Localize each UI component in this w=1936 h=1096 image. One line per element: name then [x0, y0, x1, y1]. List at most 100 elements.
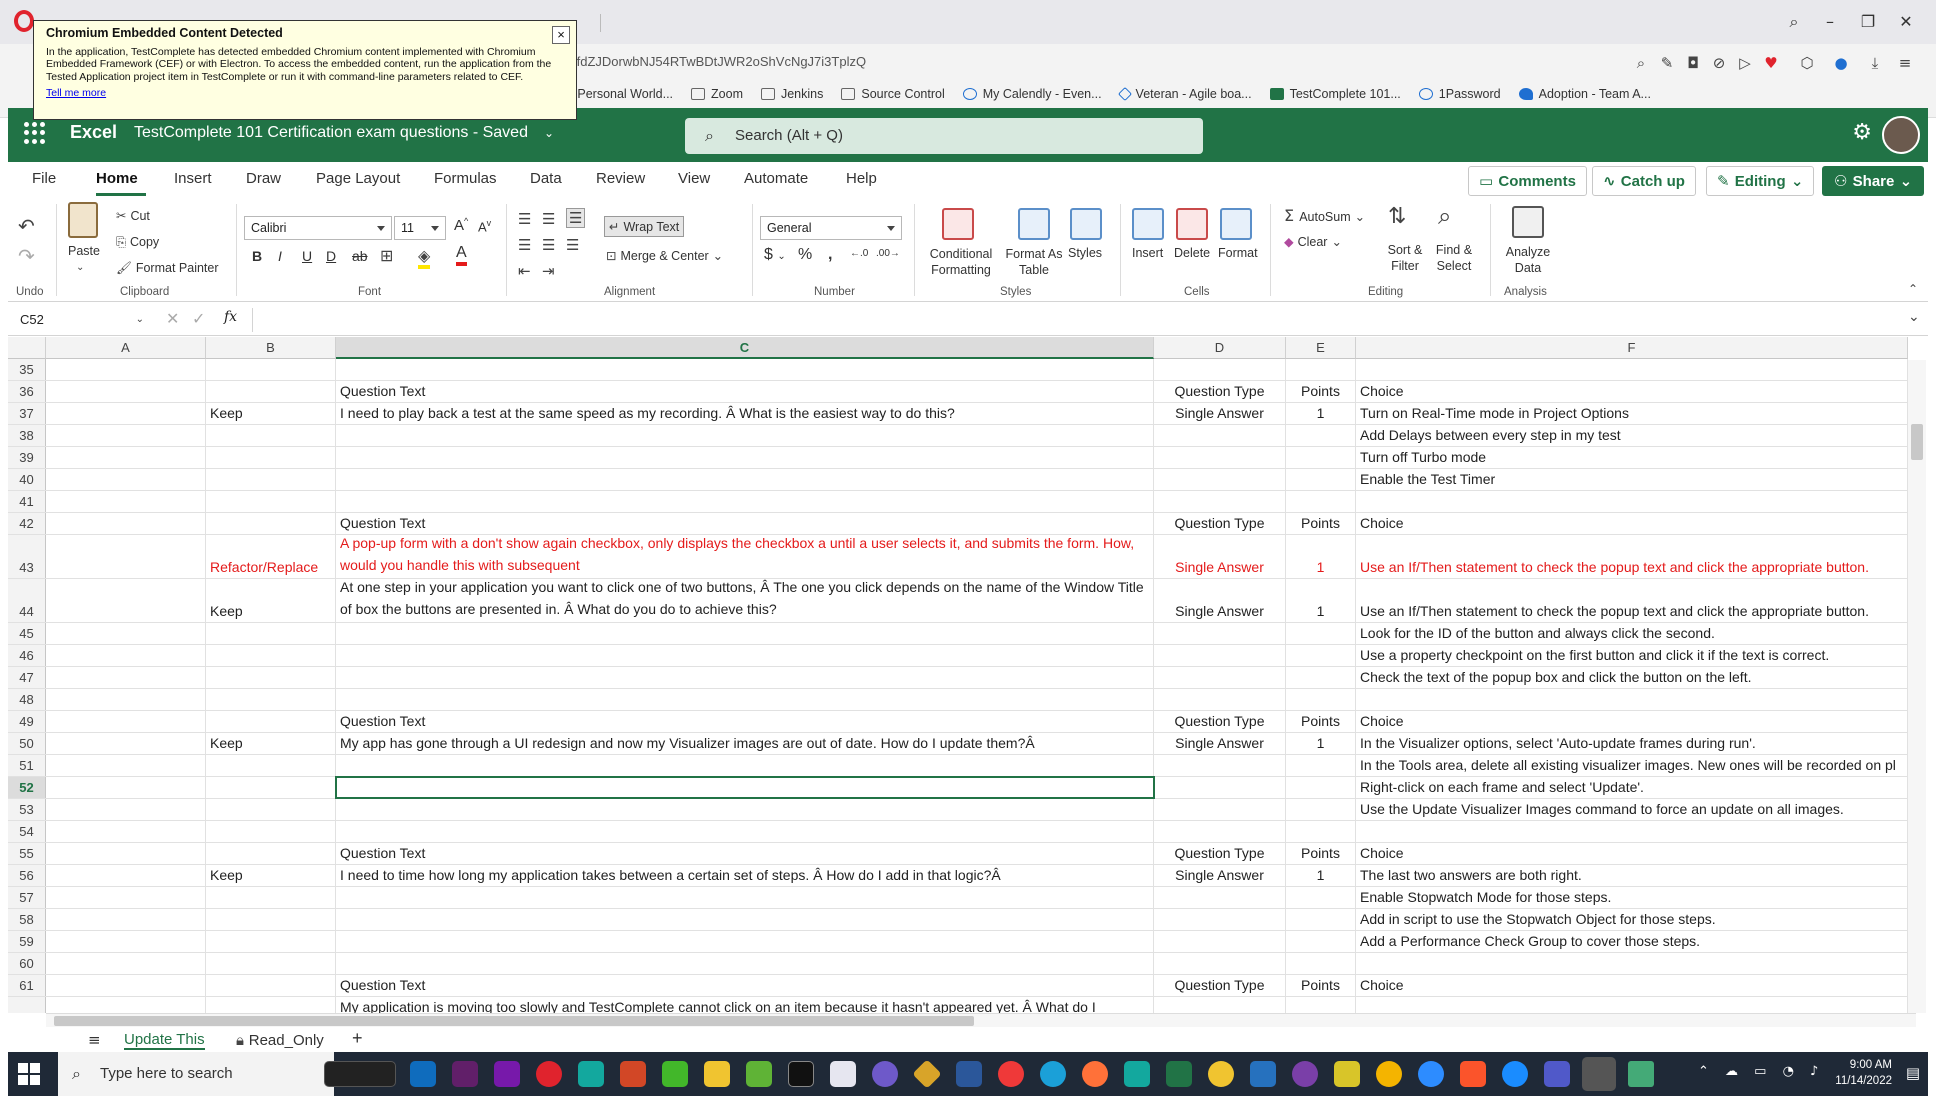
currency-icon[interactable]: $ ⌄	[764, 246, 786, 264]
cell-d[interactable]: Single Answer	[1154, 579, 1286, 622]
cell-c[interactable]: I need to play back a test at the same s…	[336, 403, 1154, 424]
cell-a[interactable]	[46, 953, 206, 974]
cell-c[interactable]: A pop-up form with a don't show again ch…	[336, 535, 1154, 578]
cell-e[interactable]	[1286, 359, 1356, 380]
cell-d[interactable]: Single Answer	[1154, 733, 1286, 754]
extensions-icon[interactable]: ⬡	[1796, 52, 1818, 74]
column-header-b[interactable]: B	[206, 337, 336, 359]
cell-c[interactable]	[336, 931, 1154, 952]
column-header-f[interactable]: F	[1356, 337, 1908, 359]
zoom-icon[interactable]: ⌕	[1630, 52, 1652, 74]
cell-e[interactable]	[1286, 909, 1356, 930]
cell-a[interactable]	[46, 425, 206, 446]
cell-f[interactable]: The last two answers are both right.	[1356, 865, 1908, 886]
sheet-tab-update-this[interactable]: Update This	[124, 1031, 205, 1050]
row-header[interactable]: 44	[8, 579, 46, 622]
tab-view[interactable]: View	[678, 170, 710, 187]
column-header-d[interactable]: D	[1154, 337, 1286, 359]
cell-b[interactable]	[206, 425, 336, 446]
outlook-icon[interactable]	[410, 1061, 436, 1087]
cell-a[interactable]	[46, 689, 206, 710]
cell-a[interactable]	[46, 865, 206, 886]
format-as-table-button[interactable]: Format As Table	[1004, 246, 1064, 278]
cell-a[interactable]	[46, 469, 206, 490]
cell-c[interactable]	[336, 799, 1154, 820]
cell-b[interactable]	[206, 689, 336, 710]
file-explorer-icon[interactable]	[704, 1061, 730, 1087]
cell-c[interactable]: Question Text	[336, 513, 1154, 534]
cell-d[interactable]	[1154, 799, 1286, 820]
camtasia-icon[interactable]	[662, 1061, 688, 1087]
cell-d[interactable]: Question Type	[1154, 513, 1286, 534]
cell-e[interactable]: Points	[1286, 381, 1356, 402]
cell-e[interactable]: Points	[1286, 711, 1356, 732]
camera-icon[interactable]: ◘	[1682, 52, 1704, 74]
collapse-ribbon-icon[interactable]: ⌃	[1908, 282, 1918, 296]
brave-icon[interactable]	[1460, 1061, 1486, 1087]
powerpoint-icon[interactable]	[620, 1061, 646, 1087]
opera-icon[interactable]	[536, 1061, 562, 1087]
row-header[interactable]: 43	[8, 535, 46, 578]
row-header[interactable]: 49	[8, 711, 46, 732]
align-bottom-icon[interactable]: ☰	[566, 208, 586, 228]
row-header[interactable]: 50	[8, 733, 46, 754]
cell-c[interactable]: Question Text	[336, 975, 1154, 996]
cell-e[interactable]	[1286, 447, 1356, 468]
app-icon[interactable]	[872, 1061, 898, 1087]
edge-icon[interactable]	[1040, 1061, 1066, 1087]
cell-b[interactable]	[206, 491, 336, 512]
cell-f[interactable]: Turn on Real-Time mode in Project Option…	[1356, 403, 1908, 424]
copy-button[interactable]: ⎘ Copy	[116, 234, 159, 250]
row-header[interactable]: 56	[8, 865, 46, 886]
notifications-icon[interactable]: ▤	[1906, 1064, 1920, 1082]
cell-f[interactable]: Choice	[1356, 843, 1908, 864]
cell-b[interactable]	[206, 623, 336, 644]
cell-f[interactable]	[1356, 953, 1908, 974]
cell-f[interactable]: Enable the Test Timer	[1356, 469, 1908, 490]
smartbear-app-icon[interactable]	[324, 1061, 396, 1087]
cell-e[interactable]	[1286, 777, 1356, 798]
cell-d[interactable]	[1154, 997, 1286, 1013]
bookmark-item[interactable]: Veteran - Agile boa...	[1117, 86, 1252, 102]
bookmark-item[interactable]: TestComplete 101...	[1269, 87, 1401, 101]
row-header[interactable]: 59	[8, 931, 46, 952]
cell-d[interactable]	[1154, 425, 1286, 446]
settings-gear-icon[interactable]: ⚙	[1852, 120, 1872, 145]
align-center-icon[interactable]: ☰	[542, 236, 555, 254]
cell-c[interactable]: Question Text	[336, 381, 1154, 402]
cell-c[interactable]: I need to time how long my application t…	[336, 865, 1154, 886]
tab-help[interactable]: Help	[846, 170, 877, 187]
scrollbar-thumb[interactable]	[54, 1016, 974, 1026]
edit-icon[interactable]: ✎	[1656, 52, 1678, 74]
cell-c[interactable]	[336, 447, 1154, 468]
cell-c[interactable]	[336, 887, 1154, 908]
row-header[interactable]: 51	[8, 755, 46, 776]
cancel-icon[interactable]: ✕	[166, 309, 179, 328]
cell-d[interactable]	[1154, 909, 1286, 930]
cell-e[interactable]: 1	[1286, 403, 1356, 424]
cell-c[interactable]	[336, 821, 1154, 842]
underline-icon[interactable]: U	[302, 248, 312, 264]
terminal-icon[interactable]	[788, 1061, 814, 1087]
catch-up-button[interactable]: ∿ Catch up	[1592, 166, 1696, 196]
cell-c[interactable]	[336, 689, 1154, 710]
excel-brand[interactable]: Excel	[70, 122, 117, 143]
row-header[interactable]: 39	[8, 447, 46, 468]
cell-a[interactable]	[46, 359, 206, 380]
cell-d[interactable]: Question Type	[1154, 711, 1286, 732]
analyze-data-icon[interactable]	[1512, 206, 1544, 238]
cell-b[interactable]	[206, 953, 336, 974]
align-left-icon[interactable]: ☰	[518, 236, 531, 254]
app-icon[interactable]	[1334, 1061, 1360, 1087]
cell-c[interactable]: Question Text	[336, 843, 1154, 864]
block-icon[interactable]: ⊘	[1708, 52, 1730, 74]
cell-b[interactable]	[206, 843, 336, 864]
cell-c[interactable]: My app has gone through a UI redesign an…	[336, 733, 1154, 754]
row-header[interactable]: 37	[8, 403, 46, 424]
horizontal-scrollbar[interactable]	[46, 1013, 1916, 1027]
cell-d[interactable]	[1154, 623, 1286, 644]
cell-a[interactable]	[46, 447, 206, 468]
minimize-icon[interactable]: –	[1812, 8, 1848, 36]
format-painter-button[interactable]: 🖌 Format Painter	[116, 260, 219, 276]
app-icon[interactable]	[1292, 1061, 1318, 1087]
